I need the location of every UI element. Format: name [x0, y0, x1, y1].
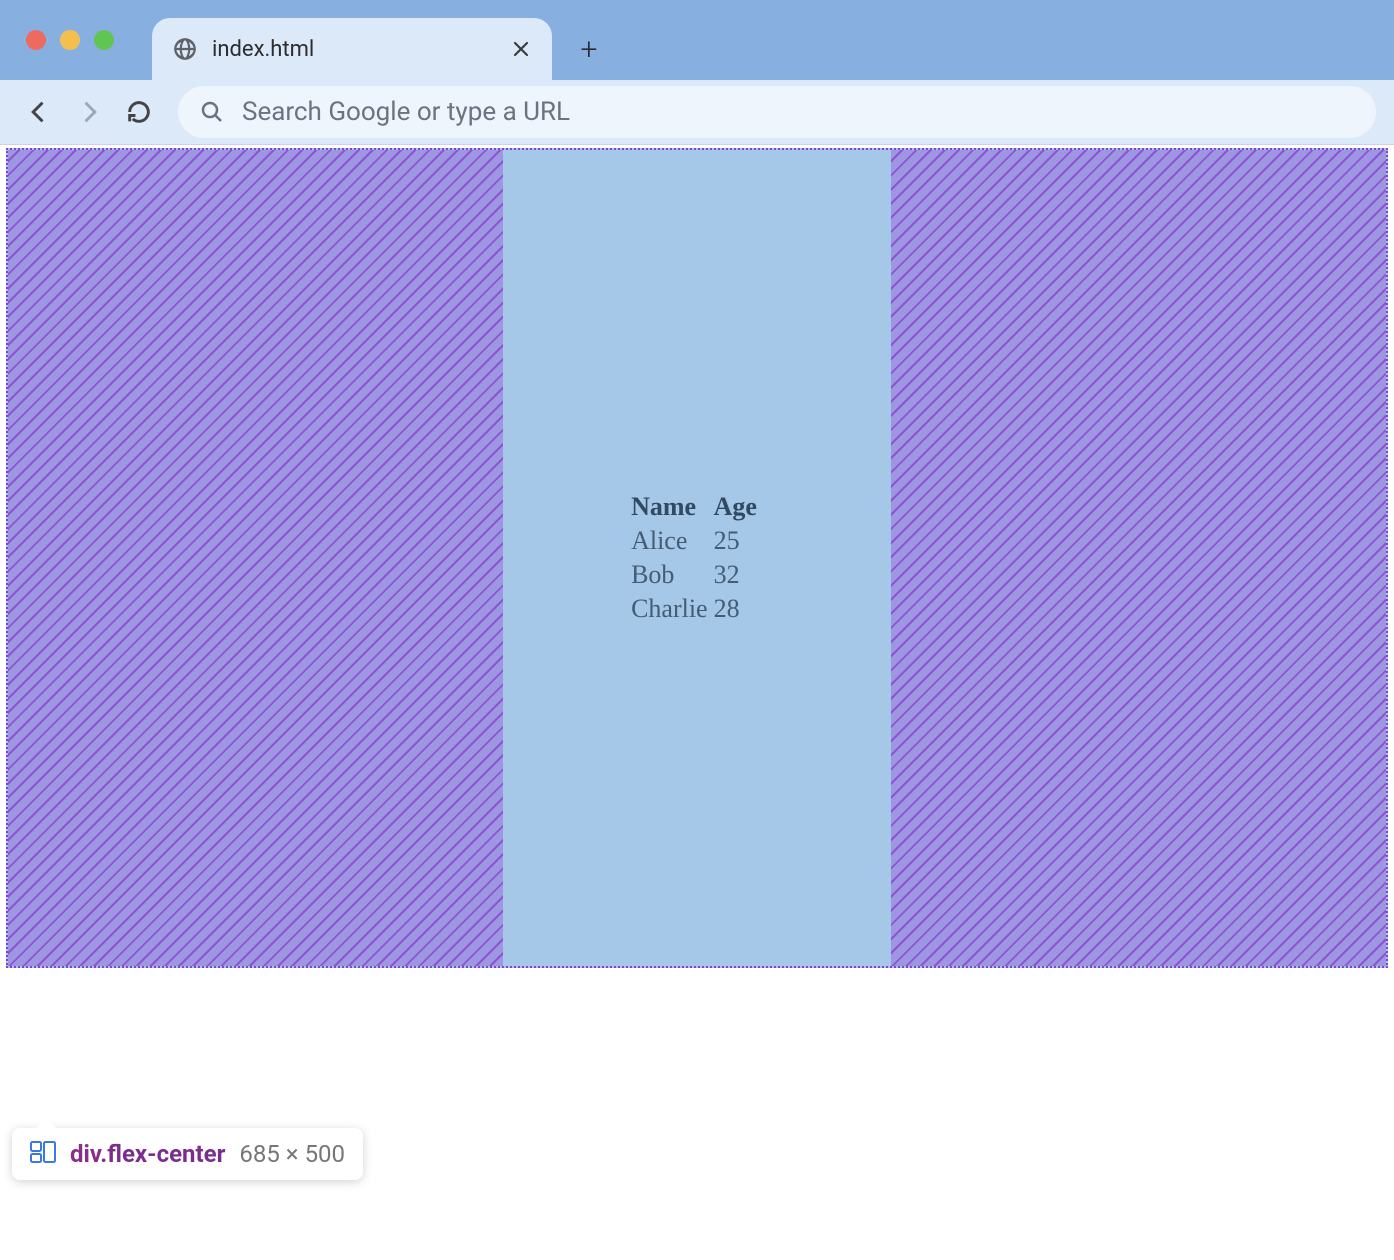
table-header-row: Name Age: [631, 490, 763, 524]
maximize-window-button[interactable]: [94, 30, 114, 50]
cell-age: 25: [714, 524, 763, 558]
data-table: Name Age Alice 25 Bob 32 Charlie: [631, 490, 763, 626]
cell-name: Charlie: [631, 592, 714, 626]
new-tab-button[interactable]: +: [572, 32, 606, 66]
cell-age: 28: [714, 592, 763, 626]
minimize-window-button[interactable]: [60, 30, 80, 50]
flex-center-inspected[interactable]: Name Age Alice 25 Bob 32 Charlie: [6, 148, 1388, 968]
devtools-element-tooltip: div.flex-center 685 × 500: [12, 1128, 363, 1180]
close-window-button[interactable]: [26, 30, 46, 50]
window-controls: [26, 30, 114, 50]
forward-button[interactable]: [68, 91, 110, 133]
tooltip-class: .flex-center: [100, 1140, 225, 1168]
browser-tab-strip: index.html +: [0, 0, 1394, 80]
search-icon: [200, 100, 224, 124]
flex-free-space-right: [891, 150, 1386, 966]
flex-item: Name Age Alice 25 Bob 32 Charlie: [631, 150, 763, 966]
layout-icon: [30, 1141, 56, 1167]
browser-tab[interactable]: index.html: [152, 18, 552, 80]
cell-name: Alice: [631, 524, 714, 558]
close-tab-button[interactable]: [510, 38, 532, 60]
tooltip-tag: div: [70, 1140, 100, 1168]
col-header-name: Name: [631, 490, 714, 524]
col-header-age: Age: [714, 490, 763, 524]
browser-toolbar: Search Google or type a URL: [0, 80, 1394, 144]
cell-age: 32: [714, 558, 763, 592]
tab-title: index.html: [212, 37, 510, 62]
toolbar-divider: [0, 144, 1394, 145]
tooltip-dimensions: 685 × 500: [239, 1140, 345, 1168]
back-button[interactable]: [18, 91, 60, 133]
cell-name: Bob: [631, 558, 714, 592]
address-bar-placeholder: Search Google or type a URL: [242, 97, 570, 127]
table-row: Alice 25: [631, 524, 763, 558]
tooltip-selector: div.flex-center: [70, 1140, 225, 1168]
flex-free-space-left: [8, 150, 503, 966]
globe-icon: [172, 36, 198, 62]
table-row: Bob 32: [631, 558, 763, 592]
address-bar[interactable]: Search Google or type a URL: [178, 86, 1376, 138]
table-row: Charlie 28: [631, 592, 763, 626]
page-viewport: Name Age Alice 25 Bob 32 Charlie: [0, 148, 1394, 968]
tooltip-caret: [36, 1118, 56, 1128]
reload-button[interactable]: [118, 91, 160, 133]
